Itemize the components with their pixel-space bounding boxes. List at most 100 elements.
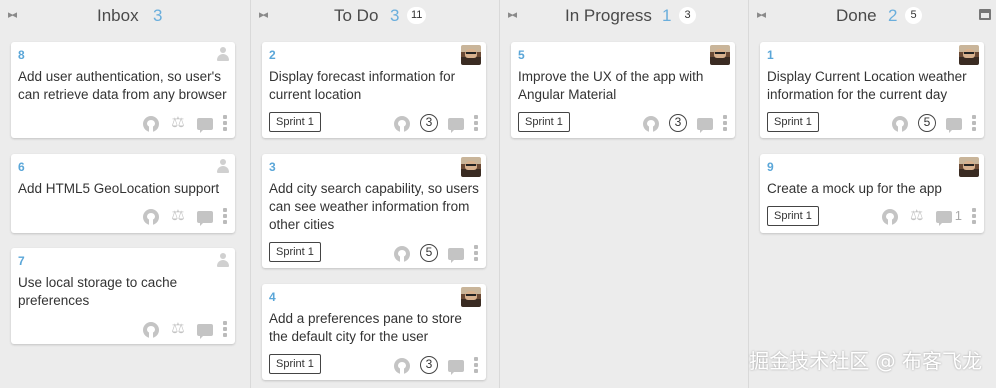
- kanban-board: ▸◂ Inbox 3 8 Add user authentication, so…: [0, 0, 996, 388]
- github-icon[interactable]: [394, 357, 410, 374]
- more-vertical-icon[interactable]: [972, 114, 976, 132]
- column-count: 3: [153, 6, 163, 25]
- card-8[interactable]: 8 Add user authentication, so user's can…: [11, 42, 235, 138]
- card-2[interactable]: 2 Display forecast information for curre…: [262, 42, 486, 138]
- card-title: Display Current Location weather informa…: [767, 69, 967, 102]
- card-actions: 3: [384, 356, 478, 375]
- card-4[interactable]: 4 Add a preferences pane to store the de…: [262, 284, 486, 380]
- card-9[interactable]: 9 Create a mock up for the app Sprint 1 …: [760, 154, 984, 233]
- more-vertical-icon[interactable]: [474, 356, 478, 374]
- comment-icon[interactable]: [448, 360, 464, 375]
- story-points[interactable]: 3: [669, 114, 687, 132]
- avatar[interactable]: [461, 157, 481, 177]
- watermark: 掘金技术社区 @ 布客飞龙: [749, 349, 982, 373]
- avatar[interactable]: [461, 287, 481, 307]
- more-vertical-icon[interactable]: [223, 207, 227, 225]
- more-vertical-icon[interactable]: [474, 244, 478, 262]
- column-header: ▸◂ Inbox 3: [0, 0, 248, 32]
- column-badge: 11: [407, 7, 427, 24]
- collapse-arrows-icon[interactable]: ▸◂: [8, 9, 28, 21]
- collapse-arrows-icon[interactable]: ▸◂: [757, 9, 777, 21]
- card-actions: ⚖ 1: [872, 207, 976, 226]
- github-icon[interactable]: [881, 208, 898, 225]
- card-title: Use local storage to cache preferences: [18, 275, 178, 308]
- column-header: ▸◂ Done 2 5: [749, 0, 996, 32]
- comment-icon[interactable]: [197, 324, 213, 339]
- story-points[interactable]: 5: [420, 244, 438, 262]
- scale-icon[interactable]: ⚖: [169, 114, 187, 132]
- unassigned-user-icon[interactable]: [217, 47, 229, 61]
- card-5[interactable]: 5 Improve the UX of the app with Angular…: [511, 42, 735, 138]
- more-vertical-icon[interactable]: [972, 207, 976, 225]
- github-icon[interactable]: [643, 115, 659, 132]
- github-icon[interactable]: [143, 321, 159, 338]
- scale-icon[interactable]: ⚖: [169, 207, 187, 225]
- comment-icon[interactable]: [935, 211, 952, 226]
- card-number[interactable]: 2: [269, 48, 276, 62]
- card-actions: ⚖: [133, 207, 227, 226]
- comment-icon[interactable]: [946, 118, 962, 133]
- collapse-arrows-icon[interactable]: ▸◂: [259, 9, 279, 21]
- sprint-tag[interactable]: Sprint 1: [269, 112, 321, 132]
- more-vertical-icon[interactable]: [223, 320, 227, 338]
- column-title: Inbox: [97, 6, 139, 25]
- comment-count: 1: [954, 208, 962, 223]
- card-6[interactable]: 6 Add HTML5 GeoLocation support ⚖: [11, 154, 235, 233]
- sprint-tag[interactable]: Sprint 1: [767, 206, 819, 226]
- comment-icon[interactable]: [197, 211, 213, 226]
- card-number[interactable]: 1: [767, 48, 774, 62]
- column-badge: 5: [905, 7, 922, 24]
- scale-icon[interactable]: ⚖: [169, 320, 187, 338]
- github-icon[interactable]: [892, 115, 908, 132]
- avatar[interactable]: [710, 45, 730, 65]
- more-vertical-icon[interactable]: [223, 114, 227, 132]
- card-actions: 3: [633, 114, 727, 133]
- avatar[interactable]: [959, 157, 979, 177]
- github-icon[interactable]: [394, 115, 410, 132]
- column-todo: ▸◂ To Do 3 11 2 Display forecast informa…: [250, 0, 498, 388]
- comment-icon[interactable]: [448, 248, 464, 263]
- sprint-tag[interactable]: Sprint 1: [767, 112, 819, 132]
- card-7[interactable]: 7 Use local storage to cache preferences…: [11, 248, 235, 344]
- more-vertical-icon[interactable]: [723, 114, 727, 132]
- card-3[interactable]: 3 Add city search capability, so users c…: [262, 154, 486, 268]
- avatar[interactable]: [461, 45, 481, 65]
- sprint-tag[interactable]: Sprint 1: [518, 112, 570, 132]
- sprint-tag[interactable]: Sprint 1: [269, 354, 321, 374]
- card-number[interactable]: 4: [269, 290, 276, 304]
- card-title: Create a mock up for the app: [767, 181, 942, 196]
- story-points[interactable]: 3: [420, 356, 438, 374]
- card-1[interactable]: 1 Display Current Location weather infor…: [760, 42, 984, 138]
- story-points[interactable]: 5: [918, 114, 936, 132]
- card-number[interactable]: 5: [518, 48, 525, 62]
- comment-icon[interactable]: [448, 118, 464, 133]
- card-number[interactable]: 7: [18, 254, 25, 268]
- avatar[interactable]: [959, 45, 979, 65]
- comment-icon[interactable]: [697, 118, 713, 133]
- unassigned-user-icon[interactable]: [217, 253, 229, 267]
- card-title: Improve the UX of the app with Angular M…: [518, 69, 704, 102]
- story-points[interactable]: 3: [420, 114, 438, 132]
- card-actions: 5: [882, 114, 976, 133]
- archive-icon[interactable]: [979, 9, 991, 20]
- card-number[interactable]: 9: [767, 160, 774, 174]
- card-title: Add HTML5 GeoLocation support: [18, 181, 220, 196]
- github-icon[interactable]: [394, 245, 410, 262]
- column-done: ▸◂ Done 2 5 1 Display Current Location w…: [748, 0, 996, 388]
- collapse-arrows-icon[interactable]: ▸◂: [508, 9, 528, 21]
- comment-icon[interactable]: [197, 118, 213, 133]
- unassigned-user-icon[interactable]: [217, 159, 229, 173]
- card-title: Display forecast information for current…: [269, 69, 456, 102]
- scale-icon[interactable]: ⚖: [908, 207, 926, 225]
- card-actions: 5: [384, 244, 478, 263]
- column-title: To Do: [334, 6, 379, 25]
- column-badge: 3: [679, 7, 696, 24]
- card-number[interactable]: 8: [18, 48, 25, 62]
- column-inbox: ▸◂ Inbox 3 8 Add user authentication, so…: [0, 0, 248, 388]
- card-number[interactable]: 3: [269, 160, 276, 174]
- more-vertical-icon[interactable]: [474, 114, 478, 132]
- card-number[interactable]: 6: [18, 160, 25, 174]
- github-icon[interactable]: [143, 208, 159, 225]
- sprint-tag[interactable]: Sprint 1: [269, 242, 321, 262]
- github-icon[interactable]: [143, 115, 159, 132]
